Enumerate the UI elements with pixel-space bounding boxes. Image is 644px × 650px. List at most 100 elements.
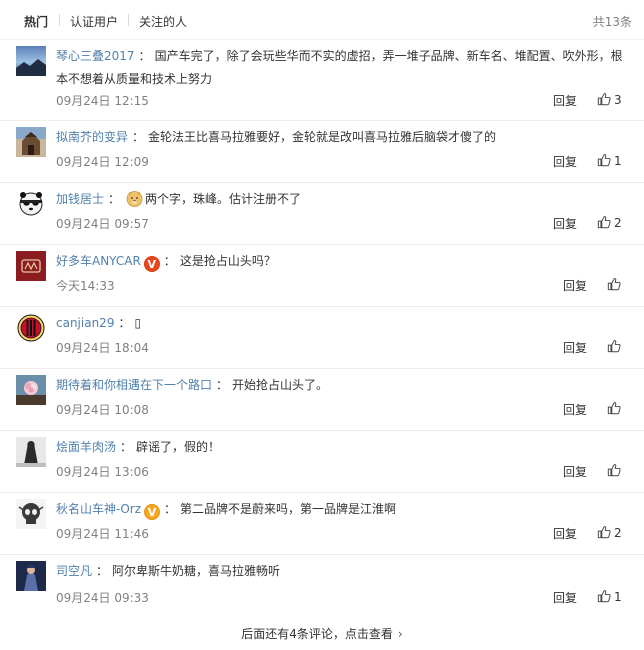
comment-item: 期待着和你相遇在下一个路口 ：开始抢占山头了。 09月24日 10:08 回复 <box>0 369 644 431</box>
verified-badge-icon: V <box>143 256 160 272</box>
reply-button[interactable]: 回复 <box>553 589 577 606</box>
thumbs-up-icon <box>607 278 621 291</box>
load-more-label: 后面还有4条评论，点击查看 <box>241 627 393 641</box>
comment-text: 两个字，珠峰。估计注册不了 <box>145 192 302 206</box>
reply-button[interactable]: 回复 <box>553 525 577 542</box>
colon: ： <box>120 440 133 454</box>
colon: ： <box>96 564 109 578</box>
user-avatar[interactable] <box>16 561 46 591</box>
comment-body: canjian29 ： ▯ <box>56 312 628 335</box>
thumbs-up-icon <box>597 590 611 603</box>
colon: ： <box>164 502 177 516</box>
like-count: 3 <box>614 93 622 107</box>
comment-body: 期待着和你相遇在下一个路口 ：开始抢占山头了。 <box>56 374 628 397</box>
like-button[interactable]: 3 <box>597 92 622 107</box>
username-link[interactable]: 烩面羊肉汤 <box>56 440 116 454</box>
comment-item: 司空凡 ：阿尔卑斯牛奶糖，喜马拉雅畅听 09月24日 09:33 回复 1 <box>0 555 644 620</box>
like-button[interactable] <box>607 277 621 292</box>
like-button[interactable]: 2 <box>597 215 622 230</box>
thumbs-up-icon <box>597 93 611 106</box>
comment-body: 加钱居士 ： 两个字，珠峰。估计注册不了 <box>56 188 628 211</box>
comment-item: canjian29 ： ▯ 09月24日 18:04 回复 <box>0 307 644 369</box>
reply-button[interactable]: 回复 <box>563 277 587 294</box>
user-avatar[interactable] <box>16 127 46 157</box>
like-button[interactable]: 1 <box>597 589 622 604</box>
comment-time: 09月24日 18:04 <box>56 341 149 355</box>
comment-time: 09月24日 12:15 <box>56 94 149 108</box>
tab-hot[interactable]: 热门 <box>24 13 48 30</box>
reply-button[interactable]: 回复 <box>563 463 587 480</box>
comment-time: 09月24日 09:57 <box>56 217 149 231</box>
username-link[interactable]: 琴心三叠2017 <box>56 49 135 63</box>
comment-time: 今天14:33 <box>56 279 115 293</box>
like-count: 1 <box>614 590 622 604</box>
username-link[interactable]: 好多车ANYCAR <box>56 254 141 268</box>
comment-total-count: 共13条 <box>592 15 632 29</box>
reply-button[interactable]: 回复 <box>553 153 577 170</box>
user-avatar[interactable] <box>16 499 46 529</box>
username-link[interactable]: 加钱居士 <box>56 192 104 206</box>
tab-divider <box>128 14 129 26</box>
like-button[interactable]: 2 <box>597 525 622 540</box>
username-link[interactable]: canjian29 <box>56 316 114 330</box>
thumbs-up-icon <box>607 402 621 415</box>
like-button[interactable] <box>607 401 621 416</box>
comment-text: 这是抢占山头吗？ <box>179 254 276 268</box>
comment-text: 阿尔卑斯牛奶糖，喜马拉雅畅听 <box>112 564 281 578</box>
like-count: 2 <box>614 216 622 230</box>
comment-body: 好多车ANYCAR V：这是抢占山头吗？ <box>56 250 628 273</box>
reply-button[interactable]: 回复 <box>553 215 577 232</box>
comment-text: 辟谣了，假的！ <box>136 440 221 454</box>
comment-time: 09月24日 09:33 <box>56 591 149 605</box>
missing-glyph: ▯ <box>134 316 142 330</box>
comment-text: 第二品牌不是蔚来吗，第一品牌是江淮啊 <box>180 502 397 516</box>
comment-tabs: 热门 认证用户 关注的人 共13条 <box>0 0 644 40</box>
user-avatar[interactable] <box>16 313 46 343</box>
like-button[interactable] <box>607 463 621 478</box>
comment-time: 09月24日 11:46 <box>56 527 149 541</box>
verified-badge-icon: V <box>144 504 161 520</box>
comment-text: 金轮法王比喜马拉雅要好，金轮就是改叫喜马拉雅后脑袋才傻了的 <box>148 130 497 144</box>
comment-item: 烩面羊肉汤 ：辟谣了，假的！ 09月24日 13:06 回复 <box>0 431 644 493</box>
user-avatar[interactable] <box>16 251 46 281</box>
username-link[interactable]: 秋名山车神-Orz <box>56 502 141 516</box>
comment-item: 秋名山车神-Orz V：第二品牌不是蔚来吗，第一品牌是江淮啊 09月24日 11:… <box>0 493 644 555</box>
colon: ： <box>108 192 121 206</box>
username-link[interactable]: 拟南芥的变异 <box>56 130 128 144</box>
like-count: 1 <box>614 154 622 168</box>
colon: ： <box>132 130 145 144</box>
like-count: 2 <box>614 526 622 540</box>
colon: ： <box>138 49 151 63</box>
thumbs-up-icon <box>597 154 611 167</box>
reply-button[interactable]: 回复 <box>563 339 587 356</box>
comment-item: 加钱居士 ： 两个字，珠峰。估计注册不了 09月24日 09:57 回复 2 <box>0 183 644 245</box>
tab-verified-users[interactable]: 认证用户 <box>70 13 118 30</box>
like-button[interactable]: 1 <box>597 153 622 168</box>
comment-body: 拟南芥的变异 ：金轮法王比喜马拉雅要好，金轮就是改叫喜马拉雅后脑袋才傻了的 <box>56 126 628 149</box>
load-more-comments-link[interactable]: 后面还有4条评论，点击查看 › <box>0 620 644 648</box>
thumbs-up-icon <box>597 216 611 229</box>
thumbs-up-icon <box>597 526 611 539</box>
comment-item: 拟南芥的变异 ：金轮法王比喜马拉雅要好，金轮就是改叫喜马拉雅后脑袋才傻了的 09月… <box>0 121 644 183</box>
user-avatar[interactable] <box>16 375 46 405</box>
user-avatar[interactable] <box>16 437 46 467</box>
comment-body: 烩面羊肉汤 ：辟谣了，假的！ <box>56 436 628 459</box>
comment-body: 琴心三叠2017：国产车完了，除了会玩些华而不实的虚招，弄一堆子品牌、新车名、堆… <box>56 45 628 91</box>
thumbs-up-icon <box>607 464 621 477</box>
comment-body: 司空凡 ：阿尔卑斯牛奶糖，喜马拉雅畅听 <box>56 560 628 583</box>
tab-divider <box>59 14 60 26</box>
like-button[interactable] <box>607 339 621 354</box>
tab-following[interactable]: 关注的人 <box>139 13 187 30</box>
username-link[interactable]: 司空凡 <box>56 564 92 578</box>
comment-text: 开始抢占山头了。 <box>232 378 329 392</box>
user-avatar[interactable] <box>16 46 46 76</box>
user-avatar[interactable] <box>16 189 46 219</box>
reply-button[interactable]: 回复 <box>553 92 577 109</box>
chevron-right-icon: › <box>397 627 403 641</box>
colon: ： <box>118 316 131 330</box>
thumbs-up-icon <box>607 340 621 353</box>
comment-time: 09月24日 13:06 <box>56 465 149 479</box>
username-link[interactable]: 期待着和你相遇在下一个路口 <box>56 378 212 392</box>
comment-time: 09月24日 12:09 <box>56 155 149 169</box>
reply-button[interactable]: 回复 <box>563 401 587 418</box>
